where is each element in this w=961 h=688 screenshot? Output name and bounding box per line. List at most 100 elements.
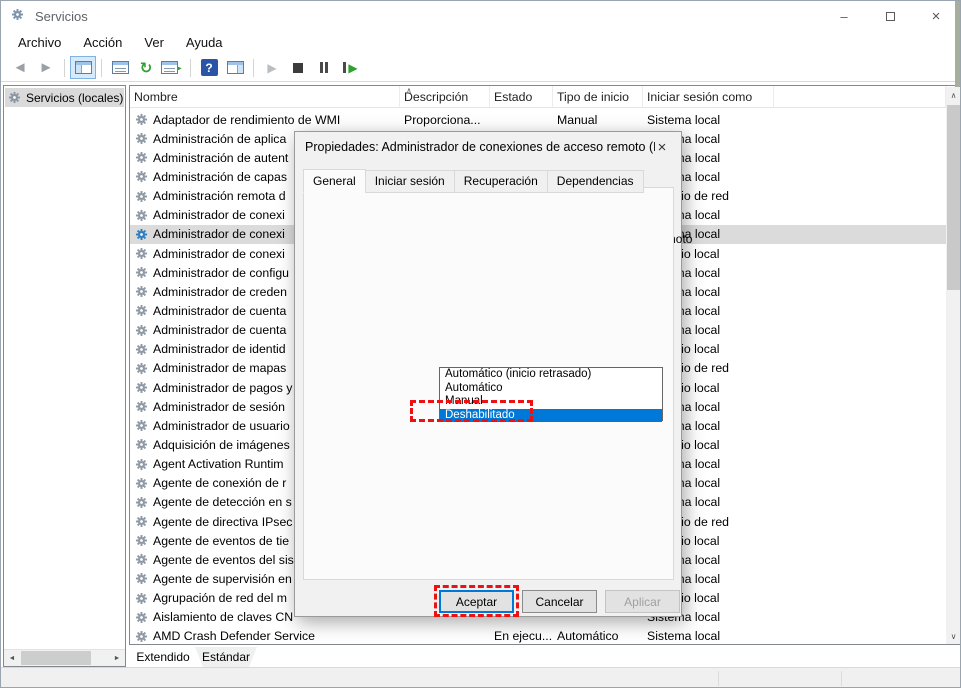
sidebar-item-servicios-locales[interactable]: Servicios (locales) xyxy=(5,88,124,107)
sort-ascending-icon: ∧ xyxy=(406,86,412,95)
toolbar-separator xyxy=(253,58,254,77)
service-gear-icon xyxy=(135,419,148,432)
sidebar-item-label: Servicios (locales) xyxy=(26,90,124,105)
service-logon: Sistema local xyxy=(647,112,721,127)
service-startup: Manual xyxy=(557,112,598,127)
cancel-button[interactable]: Cancelar xyxy=(522,590,597,613)
dropdown-option-automa-tico-inicio-retrasado-[interactable]: Automático (inicio retrasado) xyxy=(440,368,662,382)
service-gear-icon xyxy=(135,630,148,643)
window-title: Servicios xyxy=(35,9,88,24)
service-name: Administrador de usuario xyxy=(153,418,290,433)
service-name: Administrador de cuenta xyxy=(153,303,287,318)
service-name: Administrador de configu xyxy=(153,265,290,280)
menu-bar: Archivo Acción Ver Ayuda xyxy=(1,32,960,54)
help-button[interactable]: ? xyxy=(196,56,222,79)
service-gear-icon xyxy=(135,496,148,509)
menu-ver[interactable]: Ver xyxy=(133,32,175,54)
service-gear-icon xyxy=(135,400,148,413)
service-gear-icon xyxy=(135,266,148,279)
menu-archivo[interactable]: Archivo xyxy=(7,32,72,54)
scroll-right-icon[interactable]: ► xyxy=(109,650,125,666)
service-name: Administrador de identid xyxy=(153,342,286,357)
service-name: Administrador de pagos y xyxy=(153,380,293,395)
properties-dialog: Propiedades: Administrador de conexiones… xyxy=(294,131,692,617)
service-gear-icon xyxy=(135,209,148,222)
highlight-rect-deshabilitado xyxy=(410,400,533,422)
dialog-tab-iniciar-sesio-n[interactable]: Iniciar sesión xyxy=(364,170,455,193)
column-header-tipo-de-inicio[interactable]: Tipo de inicio xyxy=(553,86,643,107)
service-gear-icon xyxy=(135,247,148,260)
service-gear-icon xyxy=(135,381,148,394)
service-name: Administrador de conexi xyxy=(153,208,285,223)
view-tabs: Extendido Estándar xyxy=(129,647,449,668)
service-name: Aislamiento de claves CN xyxy=(153,610,294,625)
back-button[interactable]: ◄ xyxy=(7,56,33,79)
service-startup: Automático xyxy=(557,629,619,644)
service-gear-icon xyxy=(135,592,148,605)
column-header-filler xyxy=(774,86,946,107)
close-button[interactable]: × xyxy=(913,1,959,32)
desktop-edge xyxy=(955,1,960,87)
show-action-pane-button[interactable] xyxy=(222,56,248,79)
minimize-button[interactable]: – xyxy=(821,1,867,32)
dialog-tabs: General Iniciar sesión Recuperación Depende… xyxy=(303,169,644,193)
service-name: AMD Crash Defender Service xyxy=(153,629,315,644)
view-tab-extendido[interactable]: Extendido xyxy=(131,647,195,667)
service-gear-icon xyxy=(135,304,148,317)
service-gear-icon xyxy=(135,458,148,471)
restart-service-button[interactable]: ▶ xyxy=(337,56,363,79)
view-tab-estandar[interactable]: Estándar xyxy=(195,647,257,667)
service-logon: Sistema local xyxy=(647,629,721,644)
show-console-tree-button[interactable] xyxy=(70,56,96,79)
service-description: Proporciona... xyxy=(404,112,481,127)
list-vertical-scrollbar[interactable]: ∧ ∨ xyxy=(946,87,960,644)
services-gear-icon xyxy=(8,91,21,104)
service-row[interactable]: AMD Crash Defender Service En ejecu... Aut… xyxy=(130,627,946,644)
toolbar-separator xyxy=(64,58,65,77)
service-status: En ejecu... xyxy=(494,629,553,644)
start-service-button[interactable]: ▶ xyxy=(259,56,285,79)
dialog-tab-dependencias[interactable]: Dependencias xyxy=(546,170,644,193)
service-gear-icon xyxy=(135,572,148,585)
service-name: Administrador de cuenta xyxy=(153,323,287,338)
service-name: Adaptador de rendimiento de WMI xyxy=(153,112,341,127)
toolbar-separator xyxy=(190,58,191,77)
menu-ayuda[interactable]: Ayuda xyxy=(175,32,234,54)
dropdown-option-automa-tico[interactable]: Automático xyxy=(440,382,662,396)
sidebar-horizontal-scrollbar[interactable]: ◄ ► xyxy=(4,649,125,666)
maximize-button[interactable] xyxy=(867,1,913,32)
apply-button[interactable]: Aplicar xyxy=(605,590,680,613)
status-bar xyxy=(1,667,960,687)
service-name: Adquisición de imágenes xyxy=(153,437,290,452)
scroll-up-icon[interactable]: ∧ xyxy=(946,87,960,103)
dialog-tab-general[interactable]: General xyxy=(303,169,366,193)
column-header-iniciar-sesio-n-como[interactable]: Iniciar sesión como xyxy=(643,86,774,107)
refresh-button[interactable]: ↻ xyxy=(133,56,159,79)
column-header-estado[interactable]: Estado xyxy=(490,86,553,107)
scroll-left-icon[interactable]: ◄ xyxy=(4,650,20,666)
forward-button[interactable]: ► xyxy=(33,56,59,79)
menu-accion[interactable]: Acción xyxy=(72,32,133,54)
highlight-rect-aceptar xyxy=(434,585,519,617)
scrollbar-thumb[interactable] xyxy=(947,105,960,290)
stop-service-button[interactable] xyxy=(285,56,311,79)
console-tree-panel: Servicios (locales) ◄ ► xyxy=(3,85,126,667)
export-list-button[interactable]: ► xyxy=(159,56,185,79)
list-header: Nombre Descripción Estado Tipo de inicio Ini… xyxy=(130,86,946,108)
dialog-close-icon[interactable]: × xyxy=(649,136,675,158)
service-gear-icon xyxy=(135,285,148,298)
service-gear-icon xyxy=(135,228,148,241)
pause-service-button[interactable] xyxy=(311,56,337,79)
service-gear-icon xyxy=(135,170,148,183)
scroll-down-icon[interactable]: ∨ xyxy=(946,628,960,644)
status-divider xyxy=(718,671,719,686)
service-name: Administrador de mapas xyxy=(153,361,287,376)
scrollbar-thumb[interactable] xyxy=(21,651,91,665)
properties-button[interactable] xyxy=(107,56,133,79)
service-row[interactable]: Adaptador de rendimiento de WMI Proporcio… xyxy=(130,110,946,129)
toolbar: ◄ ► ↻ ►? ▶ ▶ xyxy=(1,54,960,82)
services-window: Servicios – × Archivo Acción Ver Ayuda ◄ ► ↻ ►?… xyxy=(0,0,961,688)
column-header-descripcio-n[interactable]: Descripción xyxy=(400,86,490,107)
dialog-tab-recuperacio-n[interactable]: Recuperación xyxy=(453,170,548,193)
column-header-nombre[interactable]: Nombre xyxy=(130,86,400,107)
